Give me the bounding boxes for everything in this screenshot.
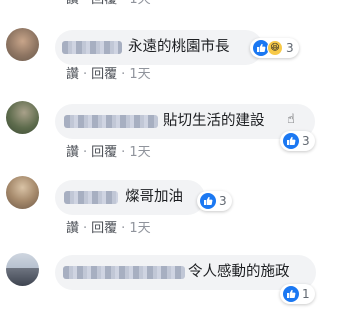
timestamp: 1天	[129, 145, 151, 160]
avatar[interactable]	[6, 253, 39, 286]
like-reaction-icon	[200, 193, 216, 209]
avatar[interactable]	[6, 176, 39, 209]
like-link[interactable]: 讚	[66, 221, 79, 236]
comment-text: 永遠的桃園市長	[128, 39, 230, 55]
comment-actions-partial: 讚·回覆·1天	[66, 0, 151, 8]
reply-link[interactable]: 回覆	[91, 221, 117, 236]
comment-text: 貼切生活的建設	[163, 113, 265, 129]
pointing-finger-icon: ☝	[287, 112, 295, 127]
reactions-summary[interactable]: 1	[280, 284, 315, 304]
commenter-name[interactable]	[62, 41, 122, 54]
like-link[interactable]: 讚	[66, 67, 79, 82]
comment-text: 燦哥加油	[125, 189, 183, 205]
commenter-name[interactable]	[63, 266, 185, 279]
reply-link[interactable]: 回覆	[91, 67, 117, 82]
timestamp: 1天	[129, 67, 151, 82]
like-link[interactable]: 讚	[66, 0, 79, 7]
comment-bubble: 永遠的桃園市長	[55, 30, 263, 65]
reactions-summary[interactable]: 3	[197, 191, 232, 211]
reply-link[interactable]: 回覆	[91, 145, 117, 160]
avatar[interactable]	[6, 101, 39, 134]
reactions-summary[interactable]: 😆 3	[250, 38, 299, 58]
like-link[interactable]: 讚	[66, 145, 79, 160]
timestamp: 1天	[129, 221, 151, 236]
comment-bubble: 燦哥加油	[55, 180, 205, 215]
comment-bubble: 貼切生活的建設 ☝	[55, 104, 315, 139]
reaction-count: 3	[286, 41, 294, 55]
comment-actions: 讚 · 回覆 · 1天	[66, 67, 151, 82]
reaction-count: 3	[219, 194, 227, 208]
reaction-count: 1	[302, 287, 310, 301]
reply-link[interactable]: 回覆	[91, 0, 117, 7]
commenter-name[interactable]	[64, 191, 118, 204]
reactions-summary[interactable]: 3	[280, 131, 315, 151]
comment-actions: 讚 · 回覆 · 1天	[66, 221, 151, 236]
like-reaction-icon	[283, 133, 299, 149]
comment-text: 令人感動的施政	[188, 264, 290, 280]
like-reaction-icon	[283, 286, 299, 302]
comment-actions: 讚 · 回覆 · 1天	[66, 145, 151, 160]
haha-reaction-icon: 😆	[267, 40, 283, 56]
comment-bubble: 令人感動的施政	[55, 255, 316, 290]
timestamp: 1天	[129, 0, 150, 7]
avatar[interactable]	[6, 28, 39, 61]
reaction-count: 3	[302, 134, 310, 148]
commenter-name[interactable]	[64, 115, 158, 128]
